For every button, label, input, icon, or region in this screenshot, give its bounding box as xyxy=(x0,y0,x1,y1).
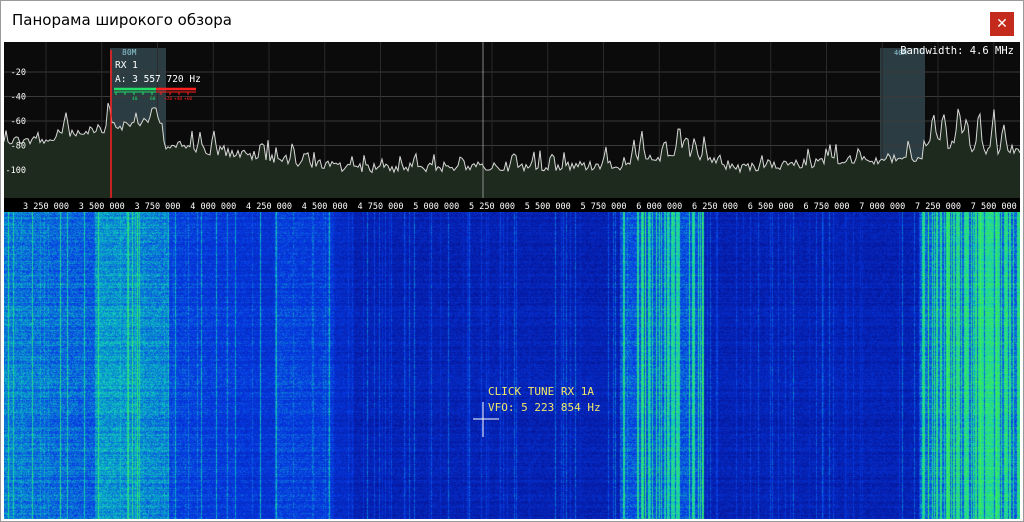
title-bar[interactable]: Панорама широкого обзора ✕ xyxy=(1,1,1023,42)
frequency-tick-label[interactable]: 5 500 000 xyxy=(525,202,571,212)
panorama-window: Панорама широкого обзора ✕ 80M 40M RX 1 … xyxy=(0,0,1024,522)
frequency-tick-label[interactable]: 5 750 000 xyxy=(580,202,626,212)
band-80m-label: 80M xyxy=(122,48,137,57)
frequency-tick-label[interactable]: 5 000 000 xyxy=(413,202,459,212)
frequency-tick-label[interactable]: 6 500 000 xyxy=(748,202,794,212)
frequency-tick-label[interactable]: 3 500 000 xyxy=(79,202,125,212)
spectrum-panel[interactable]: 80M 40M RX 1 A: 3 557 720 Hz 40 60 +20 +40 +… xyxy=(4,42,1020,212)
dbm-tick-label: -60 xyxy=(11,117,26,127)
rx-frequency-label: A: 3 557 720 Hz xyxy=(115,74,201,85)
frequency-tick-label[interactable]: 4 250 000 xyxy=(246,202,292,212)
frequency-tick-label[interactable]: 5 250 000 xyxy=(469,202,515,212)
frequency-tick-label[interactable]: 7 250 000 xyxy=(915,202,961,212)
close-button[interactable]: ✕ xyxy=(990,12,1014,36)
frequency-tick-label[interactable]: 7 500 000 xyxy=(971,202,1017,212)
dbm-tick-label: -40 xyxy=(11,93,26,103)
s-meter-green-label: 40 xyxy=(132,96,138,102)
frequency-tick-label[interactable]: 6 750 000 xyxy=(803,202,849,212)
frequency-tick-label[interactable]: 6 000 000 xyxy=(636,202,682,212)
bandwidth-label: Bandwidth: 4.6 MHz xyxy=(900,45,1014,57)
frequency-tick-label[interactable]: 3 250 000 xyxy=(23,202,69,212)
dbm-tick-label: -80 xyxy=(11,142,26,152)
frequency-tick-label[interactable]: 4 500 000 xyxy=(302,202,348,212)
panorama-display[interactable]: 80M 40M RX 1 A: 3 557 720 Hz 40 60 +20 +40 +… xyxy=(4,42,1020,519)
frequency-tick-label[interactable]: 4 750 000 xyxy=(357,202,403,212)
click-tune-label: CLICK TUNE RX 1A xyxy=(488,385,594,398)
dbm-tick-label: -100 xyxy=(6,166,26,176)
s-meter-red-label: +60 xyxy=(184,96,192,102)
frequency-tick-label[interactable]: 7 000 000 xyxy=(859,202,905,212)
s-meter-red-label: +40 xyxy=(174,96,182,102)
window-title: Панорама широкого обзора xyxy=(12,11,232,29)
dbm-tick-label: -20 xyxy=(11,68,26,78)
waterfall-overlay: CLICK TUNE RX 1A VFO: 5 223 854 Hz xyxy=(473,385,601,437)
s-meter-red-label: +20 xyxy=(164,96,172,102)
rx-name-label: RX 1 xyxy=(115,60,138,71)
frequency-tick-label[interactable]: 3 750 000 xyxy=(134,202,180,212)
vfo-frequency-label: VFO: 5 223 854 Hz xyxy=(488,401,601,414)
frequency-tick-label[interactable]: 6 250 000 xyxy=(692,202,738,212)
s-meter-green-label: 60 xyxy=(150,96,156,102)
frequency-tick-label[interactable]: 4 000 000 xyxy=(190,202,236,212)
